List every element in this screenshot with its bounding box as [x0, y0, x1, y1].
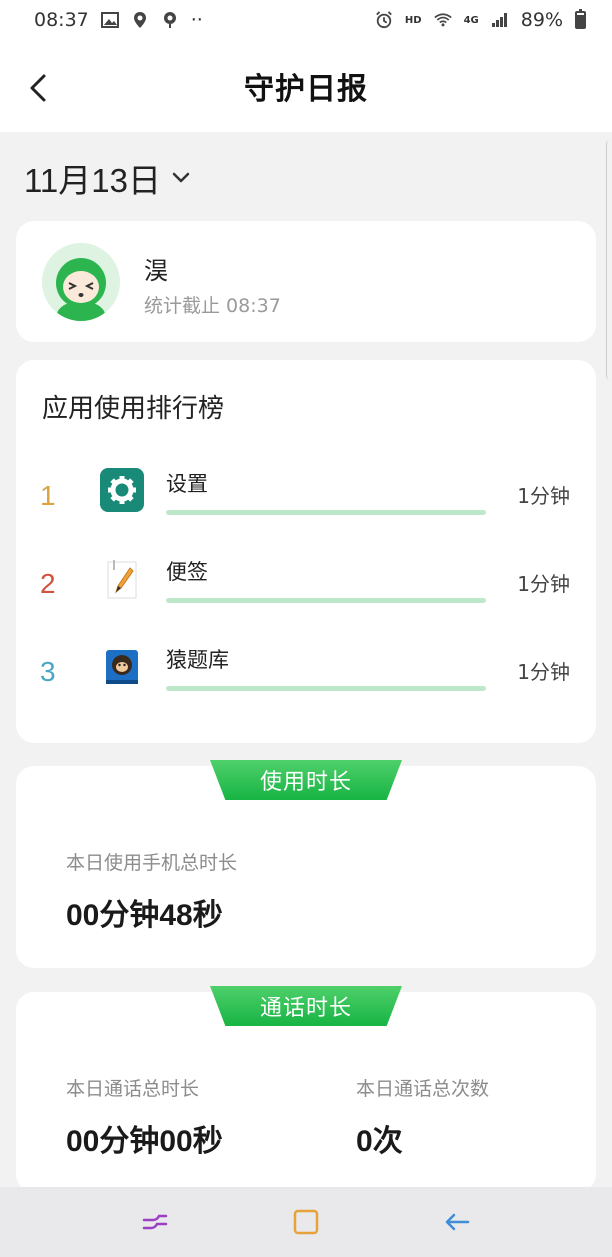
- app-header: 守护日报: [0, 40, 612, 132]
- profile-name: 淏: [144, 257, 168, 285]
- usage-tab-label: 使用时长: [210, 760, 402, 800]
- status-left: 08:37 ··: [34, 9, 203, 31]
- app-usage-ranking-card: 应用使用排行榜 1 设置 1分钟 2 便签 1分钟 3 猿题库 1分钟: [16, 360, 596, 743]
- app-name: 猿题库: [166, 648, 229, 672]
- date-label: 11月13日: [24, 162, 161, 199]
- hd-indicator: HD: [404, 14, 422, 26]
- ranking-item[interactable]: 2 便签 1分钟: [16, 556, 596, 616]
- usage-total-label: 本日使用手机总时长: [66, 852, 238, 874]
- ranking-item[interactable]: 3 猿题库 1分钟: [16, 644, 596, 704]
- battery-icon: [575, 9, 586, 29]
- call-duration-value: 00分钟00秒: [66, 1125, 223, 1158]
- network-type: 4G: [463, 14, 479, 26]
- gear-icon: [100, 468, 144, 512]
- status-bar: 08:37 ·· HD 4G 89%: [0, 0, 612, 40]
- back-button[interactable]: [24, 70, 54, 106]
- profile-updated-time: 统计截止 08:37: [144, 295, 281, 317]
- arrow-left-icon: [445, 1213, 469, 1231]
- home-button[interactable]: [286, 1202, 326, 1242]
- alarm-icon: [375, 11, 393, 29]
- call-count-label: 本日通话总次数: [356, 1078, 490, 1100]
- scroll-edge: [606, 140, 612, 380]
- call-duration-card: 通话时长 本日通话总时长 00分钟00秒 本日通话总次数 0次: [16, 986, 596, 1192]
- call-tab-label: 通话时长: [210, 986, 402, 1026]
- image-icon: [100, 11, 119, 29]
- book-monkey-icon: [100, 644, 144, 688]
- location-icon: [131, 11, 149, 29]
- chevron-left-icon: [30, 74, 46, 102]
- call-duration-label: 本日通话总时长: [66, 1078, 200, 1100]
- usage-time: 1分钟: [517, 484, 570, 508]
- usage-bar: [166, 510, 486, 515]
- rank-number: 1: [40, 480, 56, 511]
- recent-apps-icon: [143, 1214, 168, 1230]
- profile-card: 淏 统计截止 08:37: [16, 221, 596, 342]
- rank-number: 3: [40, 656, 56, 687]
- notepad-icon: [100, 556, 144, 600]
- monkey-avatar-icon: [42, 243, 120, 321]
- ranking-item[interactable]: 1 设置 1分钟: [16, 468, 596, 528]
- usage-time: 1分钟: [517, 572, 570, 596]
- battery-percent: 89%: [520, 9, 563, 31]
- recent-apps-button[interactable]: [135, 1202, 175, 1242]
- home-icon: [293, 1209, 319, 1235]
- chevron-down-icon: [172, 172, 190, 183]
- status-right: HD 4G 89%: [375, 9, 586, 31]
- app-name: 设置: [166, 472, 208, 496]
- page-title: 守护日报: [244, 72, 368, 107]
- status-more: ··: [190, 9, 203, 31]
- app-notification-icon: [161, 11, 179, 29]
- usage-bar: [166, 686, 486, 691]
- wifi-icon: [433, 11, 452, 29]
- back-nav-button[interactable]: [437, 1202, 477, 1242]
- usage-total-value: 00分钟48秒: [66, 899, 223, 932]
- signal-icon: [491, 11, 509, 29]
- app-name: 便签: [166, 560, 208, 584]
- usage-bar: [166, 598, 486, 603]
- rank-number: 2: [40, 568, 56, 599]
- call-count-value: 0次: [356, 1125, 403, 1158]
- usage-duration-card: 使用时长 本日使用手机总时长 00分钟48秒: [16, 760, 596, 968]
- avatar: [42, 243, 120, 321]
- date-selector[interactable]: 11月13日: [24, 154, 191, 202]
- usage-time: 1分钟: [517, 660, 570, 684]
- status-time: 08:37: [34, 9, 89, 31]
- ranking-title: 应用使用排行榜: [42, 394, 225, 424]
- system-nav-bar: [0, 1187, 612, 1257]
